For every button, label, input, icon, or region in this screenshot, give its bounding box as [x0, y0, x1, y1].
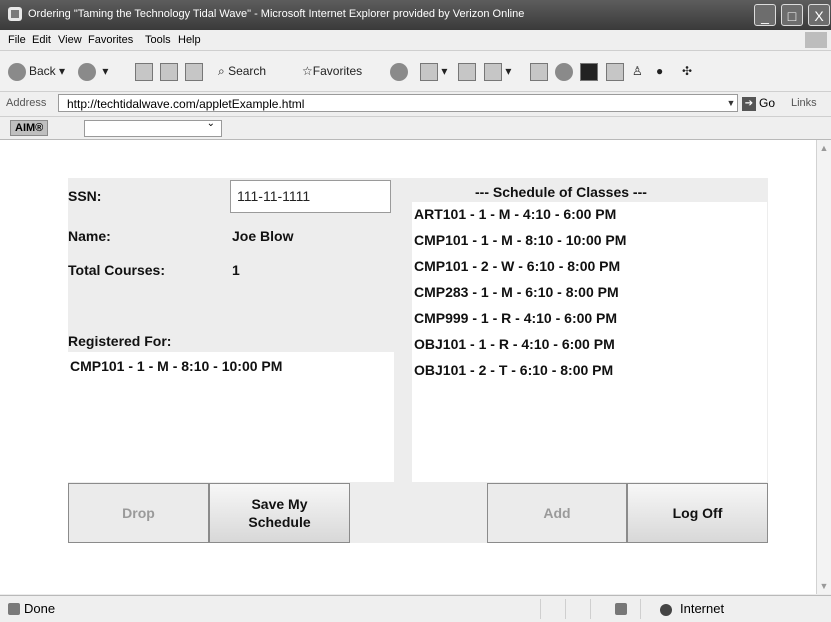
scroll-up-icon[interactable]: ▲: [818, 142, 830, 154]
list-item[interactable]: CMP283 - 1 - M - 6:10 - 8:00 PM: [414, 284, 619, 300]
list-item[interactable]: CMP101 - 1 - M - 8:10 - 10:00 PM: [70, 358, 282, 374]
aim-button[interactable]: AIM®: [10, 120, 49, 136]
forward-arrow-icon: [78, 62, 96, 81]
browser-window: Ordering "Taming the Technology Tidal Wa…: [0, 0, 831, 622]
scroll-down-icon[interactable]: ▼: [818, 580, 830, 592]
print-icon: [458, 62, 476, 81]
name-value: Joe Blow: [232, 228, 294, 244]
back-button[interactable]: Back ▾: [8, 61, 65, 81]
status-text: Done: [24, 601, 56, 616]
status-bar: Done Internet: [0, 595, 831, 622]
history-icon: [390, 62, 408, 81]
discuss-button[interactable]: [530, 61, 548, 81]
research-icon: [555, 62, 573, 81]
home-button[interactable]: [185, 61, 203, 81]
toolbar-extra-4[interactable]: ✣: [682, 61, 692, 81]
go-button[interactable]: ➔ Go: [742, 96, 775, 111]
search-button[interactable]: ⌕ Search: [218, 61, 266, 81]
messenger-button[interactable]: [580, 61, 598, 81]
list-item[interactable]: OBJ101 - 1 - R - 4:10 - 6:00 PM: [414, 336, 615, 352]
edit-icon: [484, 62, 502, 81]
ssn-input[interactable]: 111-11-1111: [230, 180, 391, 213]
menu-edit[interactable]: Edit: [32, 34, 51, 46]
list-item[interactable]: CMP101 - 2 - W - 6:10 - 8:00 PM: [414, 258, 620, 274]
close-button[interactable]: X: [808, 4, 830, 26]
aim-input[interactable]: [84, 118, 222, 137]
aim-buddy-icon: ✣: [682, 64, 693, 78]
history-button[interactable]: [390, 61, 411, 81]
schedule-title: --- Schedule of Classes ---: [475, 184, 647, 200]
mail-button[interactable]: ▾: [420, 61, 447, 81]
favorites-button[interactable]: ☆Favorites: [302, 61, 362, 81]
toolbar-extra-1-icon: [606, 62, 624, 81]
menu-help[interactable]: Help: [178, 34, 201, 46]
name-label: Name:: [68, 228, 111, 244]
minimize-button[interactable]: _: [754, 4, 776, 26]
status-divider: [565, 599, 566, 619]
security-icon: [615, 603, 627, 615]
toolbar-extra-2[interactable]: ♙: [632, 61, 643, 81]
star-icon: ☆: [302, 64, 313, 78]
windows-logo-icon: [805, 32, 827, 48]
list-item[interactable]: CMP999 - 1 - R - 4:10 - 6:00 PM: [414, 310, 617, 326]
list-item[interactable]: OBJ101 - 2 - T - 6:10 - 8:00 PM: [414, 362, 613, 378]
toolbar-extra-3[interactable]: ●: [656, 61, 663, 81]
list-item[interactable]: ART101 - 1 - M - 4:10 - 6:00 PM: [414, 206, 616, 222]
links-button[interactable]: Links: [791, 97, 817, 109]
address-label: Address: [6, 97, 47, 109]
total-courses-label: Total Courses:: [68, 262, 165, 278]
list-item[interactable]: CMP101 - 1 - M - 8:10 - 10:00 PM: [414, 232, 626, 248]
messenger-icon: [580, 62, 598, 81]
ssn-label: SSN:: [68, 188, 102, 204]
discuss-icon: [530, 62, 548, 81]
toolbar-extra-1[interactable]: [606, 61, 624, 81]
total-courses-value: 1: [232, 262, 240, 278]
globe-icon: [660, 604, 672, 616]
menu-view[interactable]: View: [58, 34, 82, 46]
status-divider: [640, 599, 641, 619]
status-divider: [590, 599, 591, 619]
vertical-scrollbar[interactable]: ▲ ▼: [816, 140, 831, 594]
registered-for-label: Registered For:: [68, 333, 172, 349]
log-off-button[interactable]: Log Off: [627, 483, 768, 543]
window-title: Ordering "Taming the Technology Tidal Wa…: [28, 8, 525, 20]
save-schedule-button[interactable]: Save My Schedule: [209, 483, 350, 543]
title-bar: Ordering "Taming the Technology Tidal Wa…: [0, 0, 831, 30]
maximize-button[interactable]: □: [781, 4, 803, 26]
back-arrow-icon: [8, 62, 26, 81]
ie-icon: [8, 7, 22, 21]
home-icon: [185, 62, 203, 81]
forward-button[interactable]: ▾: [78, 61, 108, 81]
refresh-button[interactable]: [160, 61, 178, 81]
mail-icon: [420, 62, 438, 81]
status-divider: [540, 599, 541, 619]
menu-tools[interactable]: Tools: [145, 34, 171, 46]
menu-bar: File Edit View Favorites Tools Help: [0, 30, 831, 51]
refresh-icon: [160, 62, 178, 81]
research-button[interactable]: [555, 61, 576, 81]
print-button[interactable]: [458, 61, 476, 81]
registered-courses-list[interactable]: CMP101 - 1 - M - 8:10 - 10:00 PM: [68, 352, 394, 482]
page-icon: [8, 603, 20, 615]
drop-button[interactable]: Drop: [68, 483, 209, 543]
person-icon: ♙: [632, 64, 643, 78]
address-input[interactable]: http://techtidalwave.com/appletExample.h…: [58, 94, 738, 112]
schedule-list[interactable]: ART101 - 1 - M - 4:10 - 6:00 PM CMP101 -…: [412, 202, 767, 482]
security-zone: Internet: [680, 601, 725, 616]
go-arrow-icon: ➔: [742, 96, 756, 111]
stop-icon: [135, 62, 153, 81]
search-icon: ⌕: [218, 64, 225, 78]
stop-button[interactable]: [135, 61, 153, 81]
address-bar: Address http://techtidalwave.com/appletE…: [0, 92, 831, 117]
speech-icon: ●: [656, 64, 664, 78]
add-button[interactable]: Add: [487, 483, 627, 543]
aim-toolbar: AIM®: [0, 117, 831, 140]
toolbar: Back ▾ ▾ ⌕ Search ☆Favorites ▾ ▾ ♙ ● ✣: [0, 51, 831, 92]
menu-favorites[interactable]: Favorites: [88, 34, 133, 46]
edit-button[interactable]: ▾: [484, 61, 511, 81]
address-dropdown-icon[interactable]: ▼: [724, 95, 738, 111]
menu-file[interactable]: File: [8, 34, 26, 46]
